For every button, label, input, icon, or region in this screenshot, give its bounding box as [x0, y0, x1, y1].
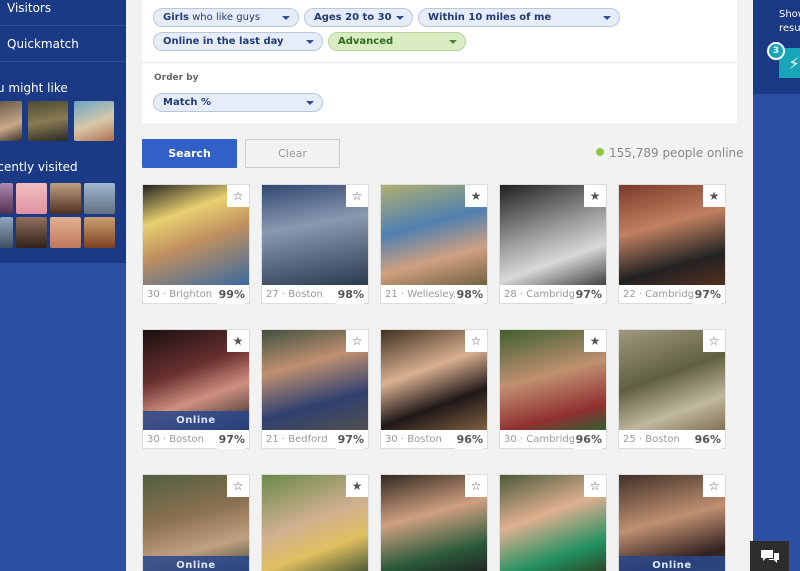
order-by-value: Match % [163, 97, 212, 108]
order-by-select[interactable]: Match % [153, 93, 323, 112]
might-like-heading: u might like [0, 81, 68, 95]
match-percent: 97% [335, 430, 364, 449]
age-filter[interactable]: Ages 20 to 30 [304, 8, 413, 27]
star-icon[interactable]: ★ [703, 185, 725, 207]
match-card[interactable]: ★ 28 · Cambridge 97% [499, 184, 607, 304]
star-icon[interactable]: ☆ [703, 475, 725, 497]
activity-filter[interactable]: Online in the last day [153, 32, 323, 51]
match-percent: 99% [216, 285, 245, 304]
match-card[interactable]: ★ 30 · Cambridge 96% [499, 329, 607, 449]
gender-filter-bold: Girls [163, 12, 189, 23]
match-percent: 98% [335, 285, 364, 304]
match-card[interactable]: ★ 22 · Cambridge 97% [618, 184, 726, 304]
star-icon[interactable]: ★ [584, 330, 606, 352]
match-card[interactable]: ☆ 30 · Boston 96% [380, 329, 488, 449]
order-by-label: Order by [154, 73, 199, 83]
profile-thumb[interactable] [0, 101, 22, 141]
gender-filter[interactable]: Girls who like guys [153, 8, 299, 27]
profile-thumb[interactable] [50, 183, 81, 214]
match-percent: 97% [692, 285, 721, 304]
match-card[interactable]: ☆ 27 · Boston 98% [261, 184, 369, 304]
chat-bubbles-icon [760, 550, 779, 563]
clear-button[interactable]: Clear [245, 139, 340, 168]
match-card[interactable]: ☆ 30 · Brighton 99% [142, 184, 250, 304]
match-percent: 98% [454, 285, 483, 304]
gender-filter-light: who like guys [188, 12, 261, 23]
profile-thumb[interactable] [50, 217, 81, 248]
match-card[interactable]: ☆ Online [618, 474, 726, 571]
chevron-down-icon [306, 40, 314, 44]
star-icon[interactable]: ☆ [584, 475, 606, 497]
chat-button[interactable] [750, 541, 789, 571]
advanced-filter-label: Advanced [338, 36, 394, 47]
sidebar-item-label: Quickmatch [7, 36, 79, 51]
boost-count-badge: 3 [767, 42, 785, 60]
match-card[interactable]: ★ 21 · Wellesley... 98% [380, 184, 488, 304]
profile-thumb[interactable] [74, 101, 114, 141]
chevron-down-icon [282, 16, 290, 20]
chevron-down-icon [306, 101, 314, 105]
match-card[interactable]: ☆ 21 · Bedford 97% [261, 329, 369, 449]
online-count: 155,789 people online [596, 146, 744, 160]
star-icon[interactable]: ★ [584, 185, 606, 207]
distance-filter-label: Within 10 miles of me [428, 12, 552, 23]
match-percent: 97% [216, 430, 245, 449]
star-icon[interactable]: ☆ [346, 185, 368, 207]
match-card[interactable]: ★ [261, 474, 369, 571]
star-icon[interactable]: ★ [227, 330, 249, 352]
match-percent: 97% [573, 285, 602, 304]
star-icon[interactable]: ★ [465, 185, 487, 207]
profile-thumb[interactable] [84, 183, 115, 214]
star-icon[interactable]: ☆ [346, 330, 368, 352]
match-card[interactable]: ★ Online 30 · Boston 97% [142, 329, 250, 449]
match-percent: 96% [454, 430, 483, 449]
profile-thumb[interactable] [28, 101, 68, 141]
sidebar-item-visitors[interactable]: Visitors [0, 0, 126, 26]
age-filter-label: Ages 20 to 30 [314, 12, 392, 23]
search-button[interactable]: Search [142, 139, 237, 168]
profile-thumb[interactable] [16, 183, 47, 214]
chevron-down-icon [603, 16, 611, 20]
profile-thumb[interactable] [16, 217, 47, 248]
activity-filter-label: Online in the last day [163, 36, 284, 47]
match-percent: 96% [692, 430, 721, 449]
match-card[interactable]: ☆ Online [142, 474, 250, 571]
sidebar-item-label: Visitors [7, 0, 52, 15]
match-percent: 96% [573, 430, 602, 449]
sidebar-item-quickmatch[interactable]: Quickmatch [0, 26, 126, 62]
star-icon[interactable]: ★ [346, 475, 368, 497]
match-card[interactable]: ☆ [499, 474, 607, 571]
advanced-filter[interactable]: Advanced [328, 32, 466, 51]
online-badge: Online [143, 411, 249, 430]
filter-divider [142, 62, 737, 63]
online-count-text: 155,789 people online [609, 146, 744, 160]
star-icon[interactable]: ☆ [465, 475, 487, 497]
star-icon[interactable]: ☆ [465, 330, 487, 352]
match-card[interactable]: ☆ 25 · Boston 96% [618, 329, 726, 449]
profile-thumb[interactable] [84, 217, 115, 248]
chevron-down-icon [449, 40, 457, 44]
profile-thumb[interactable] [0, 183, 13, 214]
star-icon[interactable]: ☆ [227, 185, 249, 207]
distance-filter[interactable]: Within 10 miles of me [418, 8, 620, 27]
chevron-down-icon [396, 16, 404, 20]
online-badge: Online [619, 556, 725, 571]
show-text-line: resu [779, 23, 800, 34]
online-badge: Online [143, 556, 249, 571]
star-icon[interactable]: ☆ [703, 330, 725, 352]
star-icon[interactable]: ☆ [227, 475, 249, 497]
match-card[interactable]: ☆ [380, 474, 488, 571]
show-results-text: Show resu [779, 8, 800, 36]
show-text-line: Show [779, 9, 800, 20]
profile-thumb[interactable] [0, 217, 13, 248]
online-dot-icon [596, 148, 604, 156]
recently-visited-heading: ecently visited [0, 160, 78, 174]
